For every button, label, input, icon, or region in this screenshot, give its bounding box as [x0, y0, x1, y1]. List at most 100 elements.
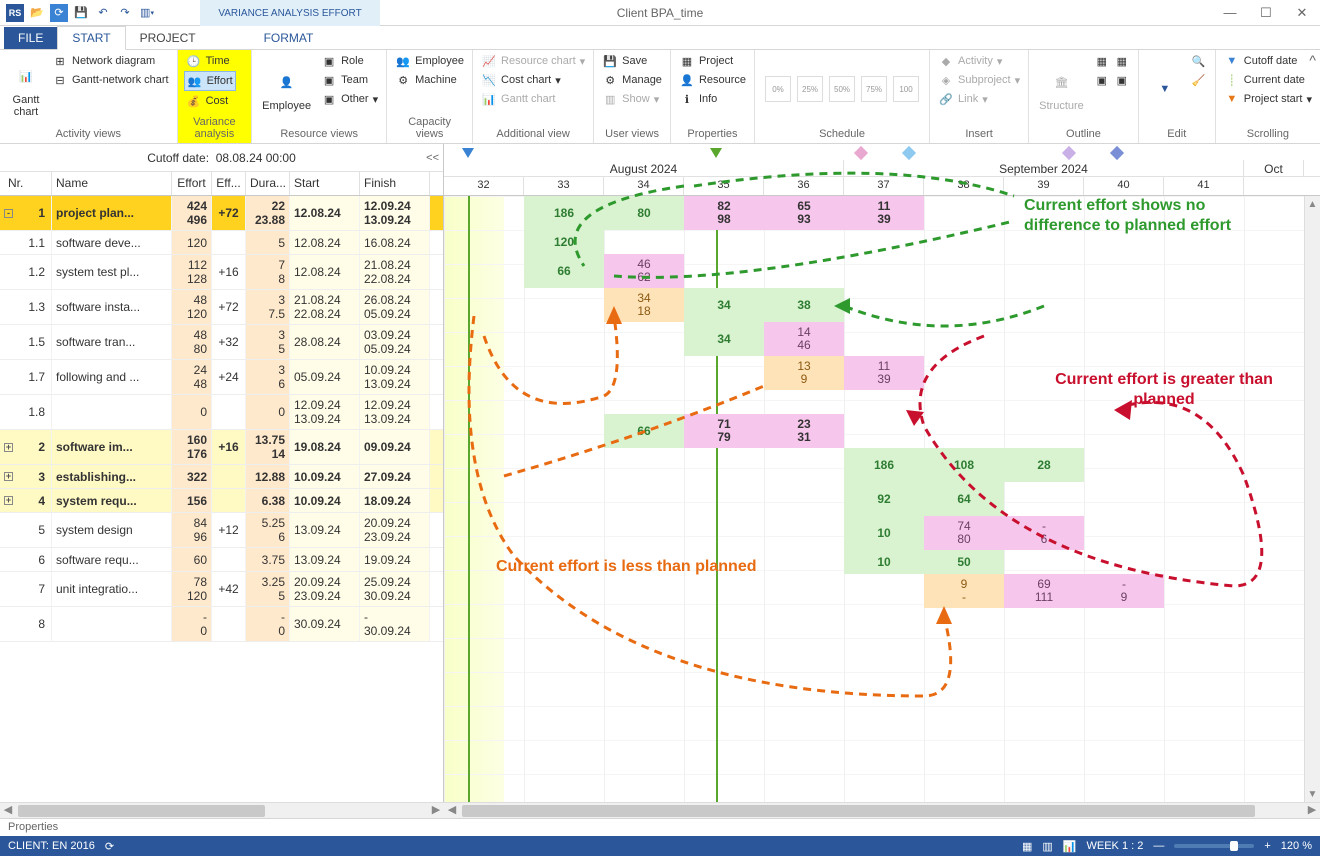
- effort-button[interactable]: 👥Effort: [184, 71, 236, 91]
- format-tab[interactable]: FORMAT: [250, 27, 328, 49]
- show-icon: ▥: [602, 91, 618, 107]
- employee2-button[interactable]: 👥Employee: [393, 52, 466, 70]
- refresh-icon[interactable]: ⟳: [50, 4, 68, 22]
- vertical-scrollbar[interactable]: ▲ ▼: [1304, 196, 1320, 802]
- project-start-button[interactable]: ▼Project start ▾: [1222, 90, 1314, 108]
- time-button[interactable]: 🕒Time: [184, 52, 236, 70]
- table-row[interactable]: 1.1software deve...120512.08.2416.08.24: [0, 231, 443, 255]
- zoom-out[interactable]: —: [1153, 840, 1164, 852]
- project-tab[interactable]: PROJECT: [126, 27, 210, 49]
- resource-chart-button[interactable]: 📈Resource chart ▾: [479, 52, 587, 70]
- table-body[interactable]: -1project plan...424496+722223.8812.08.2…: [0, 196, 443, 802]
- status-view-icon2[interactable]: ▥: [1042, 840, 1052, 853]
- header-start[interactable]: Start: [290, 172, 360, 195]
- file-tab[interactable]: FILE: [4, 27, 57, 49]
- machine-button[interactable]: ⚙Machine: [393, 71, 466, 89]
- gantt-network-icon: ⊟: [52, 72, 68, 88]
- team-button[interactable]: ▣Team: [319, 71, 380, 89]
- close-button[interactable]: ✕: [1284, 0, 1320, 26]
- header-effdelta[interactable]: Eff...: [212, 172, 246, 195]
- cost-button[interactable]: 💰Cost: [184, 92, 236, 110]
- table-row[interactable]: 6software requ...603.7513.09.2419.09.24: [0, 548, 443, 572]
- gantt-row: 120: [444, 230, 1320, 254]
- header-nr[interactable]: Nr.: [0, 172, 52, 195]
- titlebar: RS 📂 ⟳ 💾 ↶ ↷ ▥▾ VARIANCE ANALYSIS EFFORT…: [0, 0, 1320, 26]
- header-finish[interactable]: Finish: [360, 172, 430, 195]
- filter-button[interactable]: ▼: [1145, 52, 1185, 126]
- gantt-network-button[interactable]: ⊟Gantt-network chart: [50, 71, 171, 89]
- subproject-button[interactable]: ◈Subproject ▾: [936, 71, 1022, 89]
- gantt-pane[interactable]: August 2024 September 2024 Oct 323334353…: [444, 144, 1320, 802]
- table-row[interactable]: -1project plan...424496+722223.8812.08.2…: [0, 196, 443, 231]
- right-hscroll[interactable]: ◀ ▶: [444, 802, 1320, 818]
- cutoff-date-button[interactable]: ▼Cutoff date: [1222, 52, 1314, 70]
- outline-btn2[interactable]: ▣▣: [1092, 71, 1132, 89]
- minimize-button[interactable]: —: [1212, 0, 1248, 26]
- table-row[interactable]: 7unit integratio...78120+423.25520.09.24…: [0, 572, 443, 607]
- schedule-25-icon[interactable]: 25%: [797, 76, 823, 102]
- status-view-icon3[interactable]: 📊: [1063, 840, 1077, 853]
- collapse-button[interactable]: <<: [426, 152, 439, 164]
- resource-button[interactable]: 👤Resource: [677, 71, 748, 89]
- schedule-75-icon[interactable]: 75%: [861, 76, 887, 102]
- table-row[interactable]: 1.5software tran...4880+323528.08.2403.0…: [0, 325, 443, 360]
- header-name[interactable]: Name: [52, 172, 172, 195]
- group-activity-views: 📊 Gantt chart ⊞Network diagram ⊟Gantt-ne…: [0, 50, 178, 143]
- expand-button[interactable]: -: [4, 209, 13, 218]
- manage-button[interactable]: ⚙Manage: [600, 71, 664, 89]
- zoom-in[interactable]: +: [1264, 840, 1270, 852]
- table-row[interactable]: 5system design8496+125.25613.09.2420.09.…: [0, 513, 443, 548]
- gantt-chart-button[interactable]: 📊 Gantt chart: [6, 52, 46, 126]
- edit-btn1[interactable]: 🔍: [1189, 52, 1209, 70]
- status-view-icon1[interactable]: ▦: [1022, 840, 1032, 853]
- expand-button[interactable]: +: [4, 472, 13, 481]
- show-button[interactable]: ▥Show ▾: [600, 90, 664, 108]
- start-tab[interactable]: START: [57, 26, 125, 50]
- header-dur[interactable]: Dura...: [246, 172, 290, 195]
- status-sync-icon[interactable]: ⟳: [105, 840, 114, 853]
- structure-button[interactable]: 🏛 Structure: [1035, 52, 1088, 126]
- activity-button[interactable]: ◆Activity ▾: [936, 52, 1022, 70]
- properties-bar[interactable]: Properties: [0, 818, 1320, 836]
- other-button[interactable]: ▣Other ▾: [319, 90, 380, 108]
- gantt-chart2-button[interactable]: 📊Gantt chart: [479, 90, 587, 108]
- zoom-slider[interactable]: [1174, 844, 1254, 848]
- table-icon[interactable]: ▥▾: [138, 4, 156, 22]
- gantt-cell: 8298: [684, 196, 764, 230]
- save-icon[interactable]: 💾: [72, 4, 90, 22]
- header-effort[interactable]: Effort: [172, 172, 212, 195]
- gantt-body[interactable]: 1868082986593113912066466234183438341446…: [444, 196, 1320, 802]
- schedule-100-icon[interactable]: 100: [893, 76, 919, 102]
- project-button[interactable]: ▦Project: [677, 52, 748, 70]
- schedule-0-icon[interactable]: 0%: [765, 76, 791, 102]
- expand-button[interactable]: +: [4, 443, 13, 452]
- table-row[interactable]: 1.80012.09.2413.09.2412.09.2413.09.24: [0, 395, 443, 430]
- table-row[interactable]: +2software im...160176+1613.751419.08.24…: [0, 430, 443, 465]
- table-row[interactable]: +4system requ...1566.3810.09.2418.09.24: [0, 489, 443, 513]
- table-row[interactable]: 8-0-030.09.24-30.09.24: [0, 607, 443, 642]
- open-icon[interactable]: 📂: [28, 4, 46, 22]
- table-row[interactable]: 1.7following and ...2448+243605.09.2410.…: [0, 360, 443, 395]
- edit-btn2[interactable]: 🧹: [1189, 71, 1209, 89]
- employee-button[interactable]: 👤 Employee: [258, 52, 315, 126]
- redo-icon[interactable]: ↷: [116, 4, 134, 22]
- maximize-button[interactable]: ☐: [1248, 0, 1284, 26]
- info-button[interactable]: ℹInfo: [677, 90, 748, 108]
- role-button[interactable]: ▣Role: [319, 52, 380, 70]
- save-button[interactable]: 💾Save: [600, 52, 664, 70]
- cost-chart-button[interactable]: 📉Cost chart ▾: [479, 71, 587, 89]
- ribbon-collapse-icon[interactable]: ^: [1309, 52, 1316, 68]
- schedule-50-icon[interactable]: 50%: [829, 76, 855, 102]
- zoom-value: 120 %: [1281, 840, 1312, 852]
- table-row[interactable]: +3establishing...32212.8810.09.2427.09.2…: [0, 465, 443, 489]
- network-diagram-button[interactable]: ⊞Network diagram: [50, 52, 171, 70]
- outline-btn1[interactable]: ▦▦: [1092, 52, 1132, 70]
- table-row[interactable]: 1.3software insta...48120+7237.521.08.24…: [0, 290, 443, 325]
- table-row[interactable]: 1.2system test pl...112128+167812.08.242…: [0, 255, 443, 290]
- link-button[interactable]: 🔗Link ▾: [936, 90, 1022, 108]
- save-icon2: 💾: [602, 53, 618, 69]
- undo-icon[interactable]: ↶: [94, 4, 112, 22]
- left-hscroll[interactable]: ◀ ▶: [0, 802, 444, 818]
- current-date-button[interactable]: ┊Current date: [1222, 71, 1314, 89]
- expand-button[interactable]: +: [4, 496, 13, 505]
